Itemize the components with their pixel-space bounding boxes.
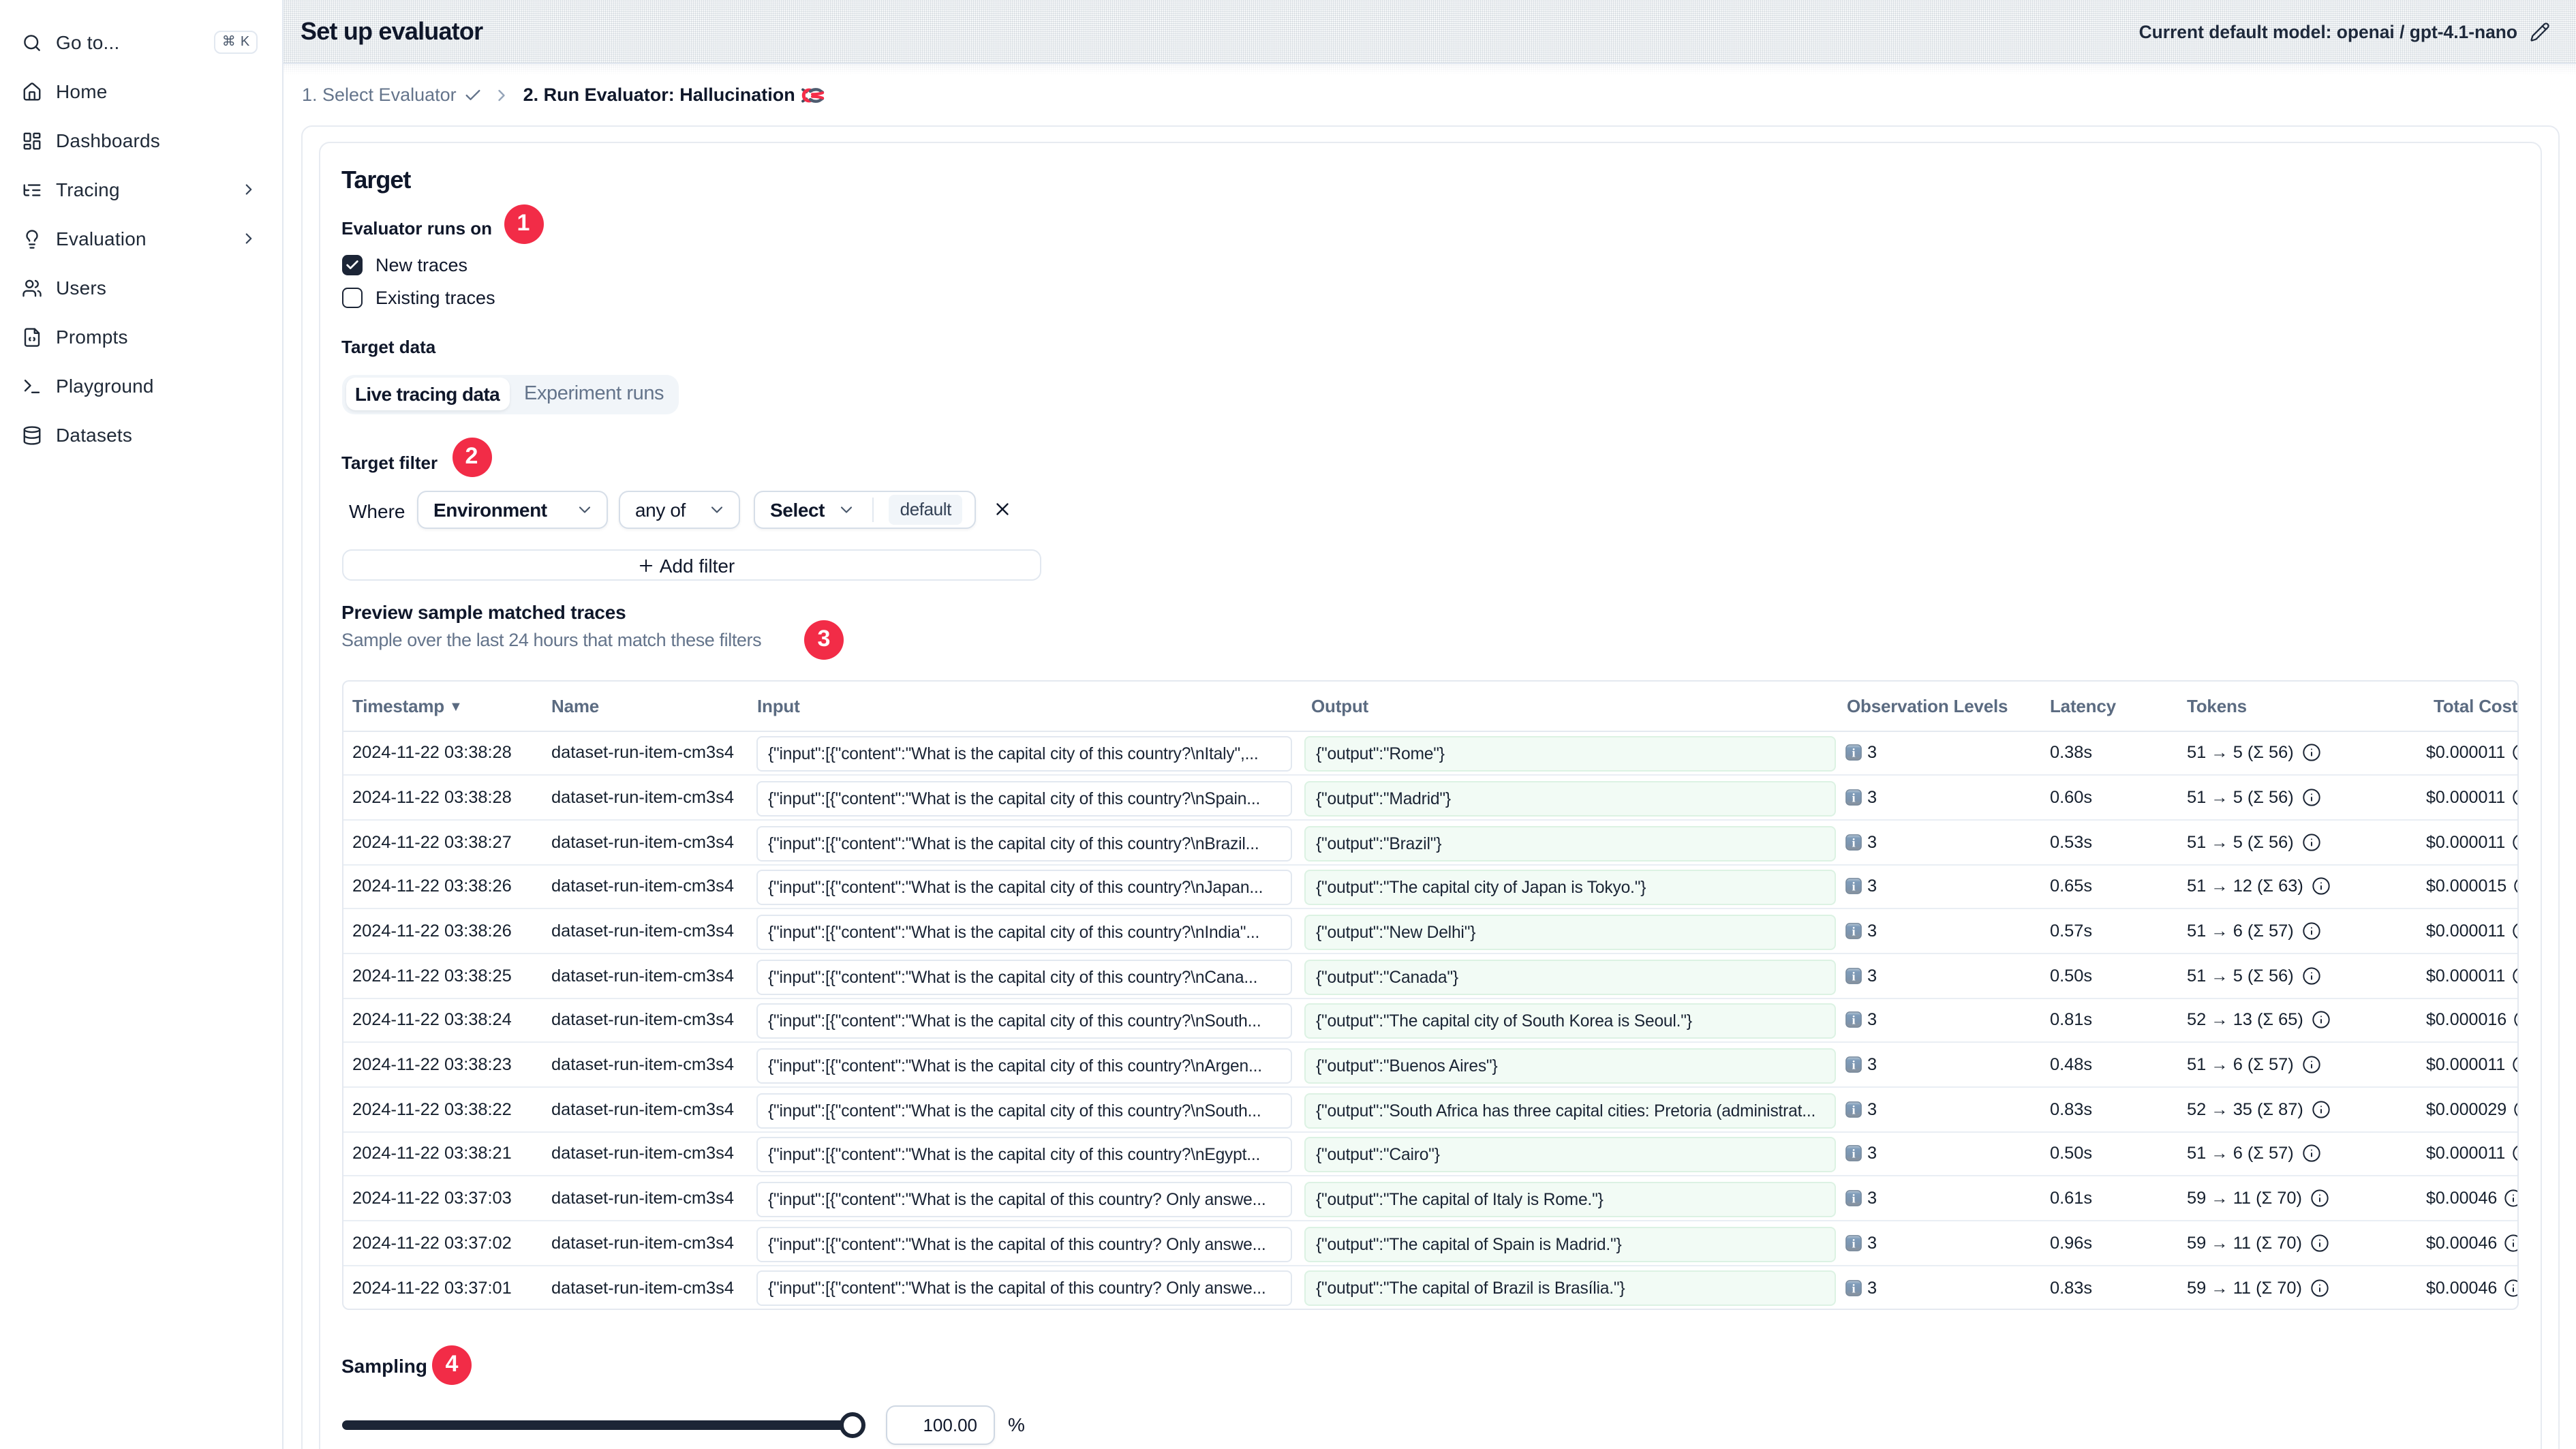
svg-text:i: i	[1851, 1236, 1854, 1250]
svg-text:i: i	[1851, 1281, 1854, 1295]
svg-text:i: i	[1851, 1013, 1854, 1027]
svg-text:i: i	[1851, 1058, 1854, 1072]
svg-text:i: i	[1851, 836, 1854, 849]
svg-text:i: i	[1851, 1147, 1854, 1161]
svg-text:i: i	[1851, 746, 1854, 760]
svg-text:i: i	[1851, 925, 1854, 939]
svg-text:i: i	[1851, 791, 1854, 805]
svg-text:i: i	[1851, 969, 1854, 983]
svg-text:i: i	[1851, 1192, 1854, 1206]
svg-text:i: i	[1851, 880, 1854, 894]
svg-text:i: i	[1851, 1103, 1854, 1116]
